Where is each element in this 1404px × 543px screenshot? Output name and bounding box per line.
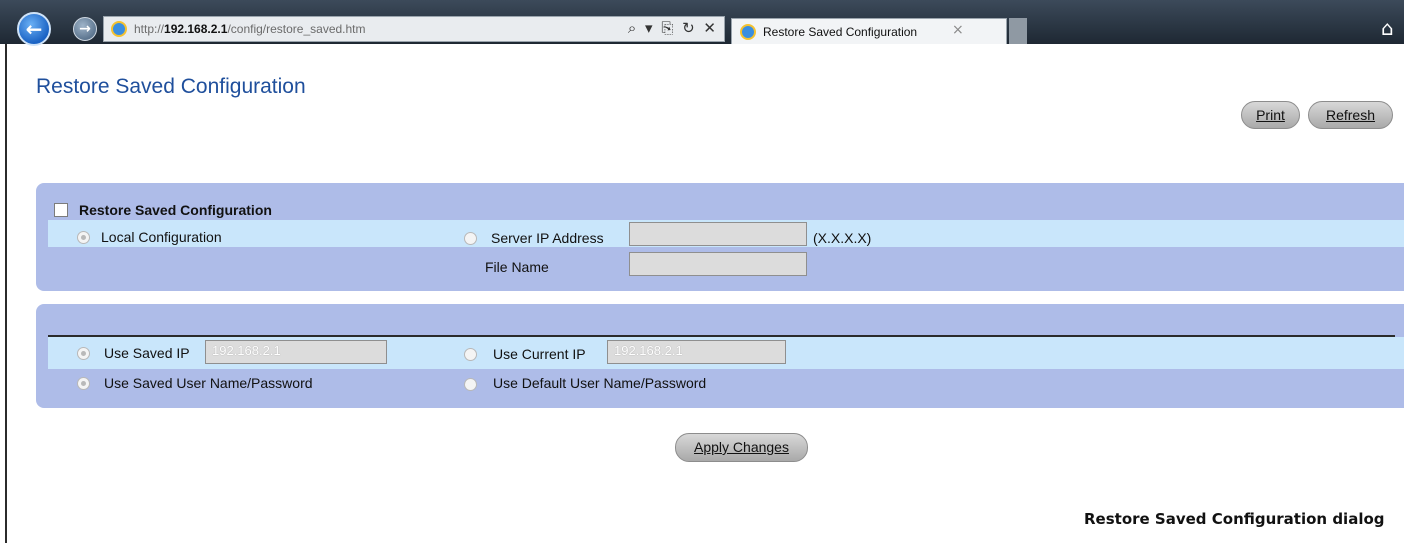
address-bar[interactable]: http://192.168.2.1/config/restore_saved.…: [103, 16, 725, 42]
refresh-button[interactable]: Refresh: [1308, 101, 1393, 129]
restore-enable-label: Restore Saved Configuration: [79, 202, 272, 218]
saved-ip-input[interactable]: 192.168.2.1: [205, 340, 387, 364]
use-saved-ip-radio[interactable]: [77, 347, 90, 360]
print-button[interactable]: Print: [1241, 101, 1300, 129]
local-config-radio[interactable]: [77, 231, 90, 244]
figure-caption: Restore Saved Configuration dialog: [1084, 510, 1385, 528]
forward-arrow-icon: →: [79, 21, 91, 37]
browser-toolbar: ← → http://192.168.2.1/config/restore_sa…: [0, 0, 1404, 46]
server-ip-format-hint: (X.X.X.X): [813, 230, 872, 246]
file-name-input[interactable]: [629, 252, 807, 276]
page-title: Restore Saved Configuration: [36, 75, 306, 98]
server-ip-input[interactable]: [629, 222, 807, 246]
new-tab-button[interactable]: [1009, 18, 1027, 44]
server-ip-label: Server IP Address: [491, 230, 604, 246]
window-left-edge: [0, 44, 10, 543]
file-name-label: File Name: [485, 259, 549, 275]
current-ip-input[interactable]: 192.168.2.1: [607, 340, 786, 364]
panel-divider: [48, 335, 1395, 337]
use-default-user-radio[interactable]: [464, 378, 477, 391]
use-saved-ip-label: Use Saved IP: [104, 345, 190, 361]
server-ip-radio[interactable]: [464, 232, 477, 245]
address-url[interactable]: http://192.168.2.1/config/restore_saved.…: [134, 22, 366, 36]
local-config-label: Local Configuration: [101, 229, 222, 245]
tab-title: Restore Saved Configuration: [763, 25, 918, 39]
use-current-ip-radio[interactable]: [464, 348, 477, 361]
address-tools-icons[interactable]: ⌕ ▾ ⎘ ↻ ✕: [628, 19, 718, 37]
url-scheme: http://: [134, 22, 165, 36]
use-saved-user-radio[interactable]: [77, 377, 90, 390]
url-host: 192.168.2.1: [164, 22, 228, 36]
url-path: /config/restore_saved.htm: [227, 22, 366, 36]
apply-changes-button[interactable]: Apply Changes: [675, 433, 808, 462]
browser-tab[interactable]: Restore Saved Configuration ×: [731, 18, 1007, 44]
back-arrow-icon: ←: [25, 17, 43, 41]
tab-close-icon[interactable]: ×: [952, 22, 964, 38]
use-default-user-label: Use Default User Name/Password: [493, 375, 707, 391]
ie-tab-icon: [740, 24, 756, 40]
back-button[interactable]: ←: [17, 12, 51, 46]
home-icon[interactable]: ⌂: [1381, 16, 1394, 40]
use-saved-user-label: Use Saved User Name/Password: [104, 375, 313, 391]
ie-page-icon: [111, 21, 127, 37]
forward-button[interactable]: →: [73, 17, 97, 41]
restore-enable-checkbox[interactable]: [54, 203, 68, 217]
use-current-ip-label: Use Current IP: [493, 346, 586, 362]
